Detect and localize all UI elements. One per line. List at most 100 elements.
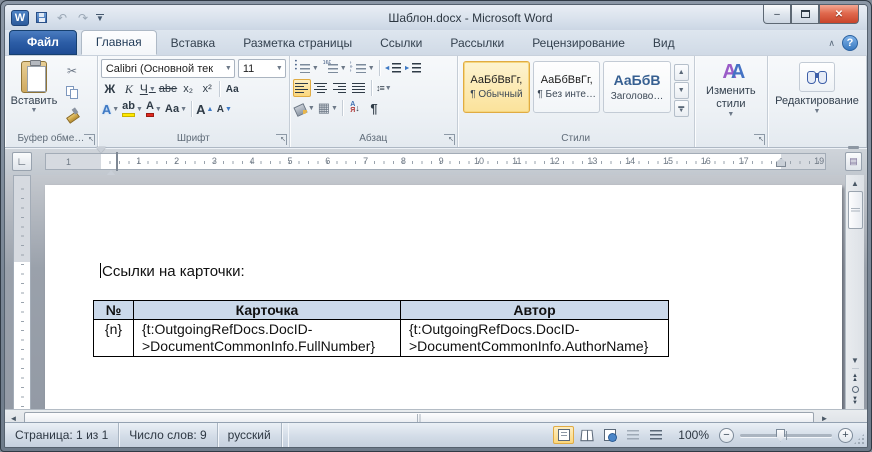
- subscript-button[interactable]: x₂: [179, 80, 197, 98]
- horizontal-ruler[interactable]: 1 123456789101112131415161719: [45, 153, 826, 170]
- zoom-slider[interactable]: [740, 434, 832, 437]
- view-print-layout-button[interactable]: [553, 426, 574, 444]
- change-styles-button[interactable]: АА Изменить стили ▼: [698, 58, 764, 118]
- sort-button[interactable]: АЯ↓: [346, 99, 364, 117]
- table-header-card[interactable]: Карточка: [134, 301, 401, 320]
- indent-marker[interactable]: [96, 153, 106, 172]
- multilevel-list-button[interactable]: ▼: [349, 59, 376, 77]
- styles-dialog-launcher[interactable]: ↘: [754, 134, 765, 145]
- view-outline-button[interactable]: [622, 426, 643, 444]
- tab-insert[interactable]: Вставка: [157, 32, 230, 55]
- show-marks-button[interactable]: ¶: [365, 99, 383, 117]
- editing-button[interactable]: Редактирование ▼: [771, 58, 863, 115]
- table-header-author[interactable]: Автор: [401, 301, 669, 320]
- style-heading1[interactable]: АаБбВ Заголово…: [603, 61, 670, 113]
- close-button[interactable]: ✕: [819, 5, 859, 24]
- style-normal[interactable]: АаБбВвГг, ¶ Обычный: [463, 61, 530, 113]
- clipboard-dialog-launcher[interactable]: ↘: [84, 134, 95, 145]
- status-language[interactable]: русский: [218, 423, 282, 447]
- draft-view-icon: [650, 430, 662, 441]
- highlight-button[interactable]: ab▼: [121, 100, 144, 118]
- line-spacing-button[interactable]: ↕≡▼: [375, 79, 393, 97]
- view-ruler-toggle-button[interactable]: ▤: [845, 152, 862, 171]
- zoom-out-button[interactable]: −: [719, 428, 734, 443]
- status-page-info[interactable]: Страница: 1 из 1: [5, 423, 119, 447]
- justify-button[interactable]: [350, 79, 368, 97]
- collapse-ribbon-button[interactable]: ∧: [828, 38, 835, 49]
- word-logo-icon[interactable]: W: [11, 10, 29, 26]
- styles-scroll-up-button[interactable]: ▲: [674, 64, 689, 81]
- table-cell-card[interactable]: {t:OutgoingRefDocs.DocID- >DocumentCommo…: [134, 320, 401, 357]
- change-case-button[interactable]: Аа▼: [164, 100, 188, 118]
- font-dialog-launcher[interactable]: ↘: [276, 134, 287, 145]
- clear-formatting-button[interactable]: Аа: [223, 80, 241, 98]
- status-word-count[interactable]: Число слов: 9: [119, 423, 217, 447]
- style-no-spacing[interactable]: АаБбВвГг, ¶ Без инте…: [533, 61, 600, 113]
- tab-mailings[interactable]: Рассылки: [436, 32, 518, 55]
- tab-file[interactable]: Файл: [9, 30, 77, 55]
- italic-button[interactable]: К: [120, 80, 138, 98]
- increase-indent-button[interactable]: [403, 59, 422, 77]
- select-browse-object-button[interactable]: [852, 386, 859, 393]
- numbering-dropdown-arrow: ▼: [340, 65, 347, 72]
- split-handle[interactable]: [848, 146, 859, 149]
- tab-home[interactable]: Главная: [81, 30, 157, 55]
- document-heading[interactable]: Ссылки на карточки:: [100, 263, 245, 280]
- save-button[interactable]: [32, 9, 50, 26]
- styles-scroll-down-button[interactable]: ▼: [674, 82, 689, 99]
- shrink-font-button[interactable]: А▼: [215, 100, 233, 118]
- help-button[interactable]: ?: [842, 35, 858, 51]
- font-name-combobox[interactable]: Calibri (Основной тек▼: [101, 59, 235, 78]
- bold-button[interactable]: Ж: [101, 80, 119, 98]
- numbering-button[interactable]: ▼: [321, 59, 348, 77]
- previous-page-button[interactable]: ▲▲: [852, 374, 858, 382]
- vertical-scrollbar[interactable]: ▲ ▼ ▲▲ ▼▼: [845, 175, 864, 409]
- tab-page-layout[interactable]: Разметка страницы: [229, 32, 366, 55]
- align-left-button[interactable]: [293, 79, 311, 97]
- tab-selector-button[interactable]: ∟: [12, 152, 32, 171]
- strikethrough-button[interactable]: abe: [158, 80, 178, 98]
- view-draft-button[interactable]: [645, 426, 666, 444]
- minimize-button[interactable]: –: [763, 5, 791, 24]
- next-page-button[interactable]: ▼▼: [852, 397, 858, 405]
- vertical-ruler[interactable]: [13, 175, 31, 409]
- font-size-combobox[interactable]: 11▼: [238, 59, 286, 78]
- decrease-indent-button[interactable]: [383, 59, 402, 77]
- paragraph-dialog-launcher[interactable]: ↘: [444, 134, 455, 145]
- document-table[interactable]: № Карточка Автор {n} {t:OutgoingRefDocs.…: [93, 300, 669, 357]
- tab-view[interactable]: Вид: [639, 32, 689, 55]
- styles-gallery-more-button[interactable]: ▬▼: [674, 100, 689, 117]
- text-effects-button[interactable]: А▼: [101, 100, 120, 118]
- maximize-button[interactable]: [791, 5, 819, 24]
- group-styles: АаБбВвГг, ¶ Обычный АаБбВвГг, ¶ Без инте…: [458, 56, 695, 147]
- borders-button[interactable]: ▦▼: [317, 99, 339, 117]
- shading-button[interactable]: ▼: [293, 99, 316, 117]
- underline-button[interactable]: Ч▼: [139, 80, 157, 98]
- zoom-in-button[interactable]: +: [838, 428, 853, 443]
- align-right-button[interactable]: [331, 79, 349, 97]
- table-header-num[interactable]: №: [94, 301, 134, 320]
- font-color-button[interactable]: А▼: [145, 100, 163, 118]
- table-cell-author[interactable]: {t:OutgoingRefDocs.DocID- >DocumentCommo…: [401, 320, 669, 357]
- cut-button[interactable]: ✂: [62, 62, 82, 80]
- qat-customize-button[interactable]: ▼: [96, 14, 104, 22]
- table-cell-num[interactable]: {n}: [94, 320, 134, 357]
- tab-review[interactable]: Рецензирование: [518, 32, 639, 55]
- bullets-button[interactable]: ▼: [293, 59, 320, 77]
- tab-references[interactable]: Ссылки: [366, 32, 436, 55]
- redo-button[interactable]: ↷: [74, 9, 92, 26]
- format-painter-button[interactable]: [62, 104, 82, 122]
- superscript-button[interactable]: x²: [198, 80, 216, 98]
- undo-button[interactable]: ↶: [53, 9, 71, 26]
- view-fullscreen-reading-button[interactable]: [576, 426, 597, 444]
- zoom-level[interactable]: 100%: [668, 428, 717, 442]
- scroll-up-button[interactable]: ▲: [847, 175, 864, 191]
- align-center-button[interactable]: [312, 79, 330, 97]
- copy-button[interactable]: [62, 83, 82, 101]
- vertical-scroll-thumb[interactable]: [848, 191, 863, 229]
- scroll-down-button[interactable]: ▼: [847, 352, 864, 368]
- document-page[interactable]: Ссылки на карточки: № Карточка Автор {n}…: [45, 185, 842, 409]
- view-web-layout-button[interactable]: [599, 426, 620, 444]
- zoom-slider-thumb[interactable]: [776, 429, 785, 442]
- grow-font-button[interactable]: А▲: [195, 100, 214, 118]
